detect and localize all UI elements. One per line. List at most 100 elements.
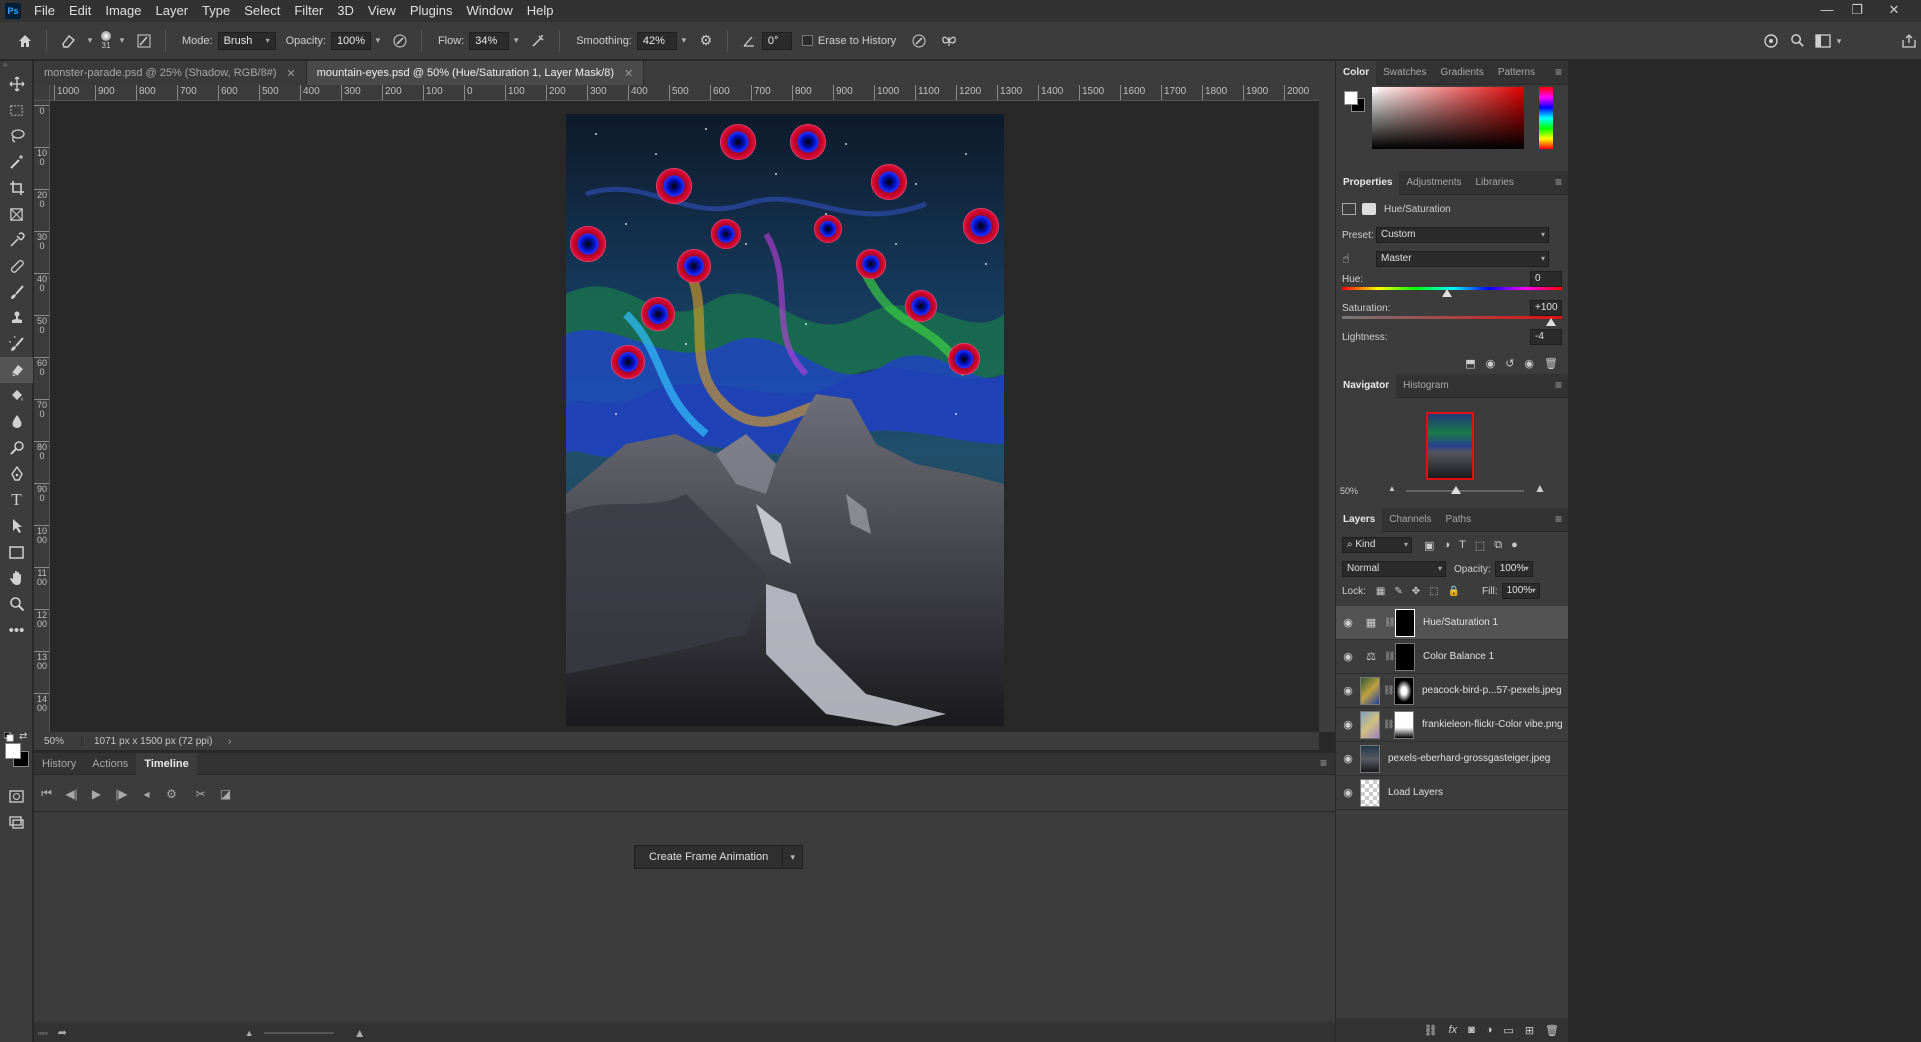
zoom-out-mountain-icon[interactable]: ▲	[1388, 484, 1396, 493]
first-frame-icon[interactable]: ⏮	[34, 786, 59, 801]
channel-select[interactable]: Master ▾	[1376, 251, 1549, 267]
layer-kind-filter[interactable]: ⌕ Kind ▾	[1342, 537, 1412, 553]
eraser-tool-preset-icon[interactable]	[57, 30, 79, 52]
restore-button[interactable]: ❐	[1843, 0, 1871, 22]
hue-slider-thumb[interactable]	[1441, 289, 1452, 297]
menu-3d[interactable]: 3D	[330, 0, 361, 22]
pen-tool-icon[interactable]	[0, 461, 33, 487]
flow-slider-dropdown[interactable]: ▾	[509, 32, 523, 50]
tab-layers[interactable]: Layers	[1336, 507, 1383, 532]
blur-tool-icon[interactable]	[0, 409, 33, 435]
tab-navigator[interactable]: Navigator	[1336, 373, 1397, 398]
layer-mask-thumbnail[interactable]	[1395, 642, 1415, 671]
split-scissors-icon[interactable]: ✂	[188, 787, 213, 801]
flow-input[interactable]: 34%	[469, 31, 510, 50]
color-panel-menu-icon[interactable]: ≡	[1555, 65, 1562, 79]
tab-adjustments[interactable]: Adjustments	[1399, 171, 1468, 195]
color-picker-cursor[interactable]	[1372, 87, 1378, 93]
share-export-icon[interactable]	[1898, 30, 1920, 52]
doc-tab-mountain-eyes[interactable]: mountain-eyes.psd @ 50% (Hue/Saturation …	[306, 61, 645, 85]
saturation-input[interactable]: +100	[1530, 300, 1562, 316]
menu-edit[interactable]: Edit	[62, 0, 98, 22]
zoom-level-field[interactable]: 50%	[34, 735, 82, 747]
timeline-zoom-slider[interactable]	[263, 1031, 334, 1034]
brush-settings-panel-icon[interactable]	[133, 30, 155, 52]
tab-patterns[interactable]: Patterns	[1491, 61, 1542, 85]
view-previous-state-icon[interactable]: ◉	[1486, 357, 1496, 370]
lock-artboard-icon[interactable]: ⬚	[1429, 586, 1438, 597]
layer-mask-thumbnail[interactable]	[1394, 710, 1414, 739]
navigator-zoom-field[interactable]: 50%	[1340, 486, 1358, 496]
mode-select[interactable]: Brush ▾	[217, 31, 276, 50]
layer-style-fx-icon[interactable]: fx	[1449, 1024, 1458, 1036]
tab-gradients[interactable]: Gradients	[1433, 61, 1490, 85]
share-cloud-icon[interactable]	[1760, 30, 1782, 52]
visibility-eye-icon[interactable]: ◉	[1336, 718, 1360, 731]
visibility-eye-icon[interactable]: ◉	[1336, 786, 1360, 799]
layer-thumbnail[interactable]	[1360, 676, 1380, 705]
mask-link-chain-icon[interactable]: ⛓	[1383, 719, 1394, 730]
adjustment-layer-icon[interactable]	[1342, 203, 1356, 215]
lock-all-icon[interactable]: 🔒	[1448, 586, 1460, 597]
tab-history[interactable]: History	[34, 753, 84, 775]
swap-colors-icon[interactable]: ⇄	[19, 731, 27, 742]
saturation-slider[interactable]	[1342, 316, 1562, 326]
workspace-dropdown[interactable]: ▾	[1832, 32, 1846, 50]
dodge-tool-icon[interactable]	[0, 435, 33, 461]
erase-to-history-checkbox[interactable]	[801, 35, 813, 46]
pressure-size-icon[interactable]	[908, 30, 930, 52]
hue-slider[interactable]	[1342, 287, 1562, 297]
close-tab-icon[interactable]: ✕	[624, 67, 633, 80]
layer-peacock-bird[interactable]: ◉ ⛓ peacock-bird-p...57-pexels.jpeg	[1336, 674, 1568, 708]
minimize-button[interactable]: —	[1813, 0, 1841, 22]
new-adjustment-layer-icon[interactable]: ◑	[1486, 1024, 1493, 1036]
tab-swatches[interactable]: Swatches	[1376, 61, 1433, 85]
crop-tool-icon[interactable]	[0, 175, 33, 201]
visibility-eye-icon[interactable]: ◉	[1336, 616, 1360, 629]
zoom-tool-icon[interactable]	[0, 591, 33, 617]
brush-tool-icon[interactable]	[0, 279, 33, 305]
lightness-input[interactable]: -4	[1530, 329, 1562, 345]
foreground-color-swatch[interactable]	[5, 743, 21, 759]
transition-icon[interactable]: ◪	[213, 787, 238, 801]
link-layers-icon[interactable]: ⛓	[1424, 1024, 1438, 1037]
hand-tool-icon[interactable]	[0, 565, 33, 591]
layer-mask-icon[interactable]	[1362, 203, 1376, 215]
tool-preset-dropdown[interactable]: ▾	[83, 32, 97, 50]
add-mask-icon[interactable]: ◙	[1468, 1024, 1475, 1036]
foreground-color-swatch[interactable]	[1344, 91, 1358, 105]
delete-adjustment-trash-icon[interactable]: 🗑	[1544, 357, 1558, 370]
saturation-slider-thumb[interactable]	[1546, 318, 1556, 326]
brush-preset-picker[interactable]: 31	[101, 31, 111, 50]
canvas-area[interactable]	[50, 101, 1319, 732]
navigator-preview[interactable]	[1426, 412, 1474, 480]
filter-toggle-icon[interactable]: ●	[1511, 539, 1518, 552]
more-tools-icon[interactable]: •••	[0, 617, 33, 643]
navigator-zoom-thumb[interactable]	[1450, 486, 1461, 494]
paint-bucket-tool-icon[interactable]	[0, 383, 33, 409]
visibility-eye-icon[interactable]: ◉	[1336, 684, 1360, 697]
menu-type[interactable]: Type	[195, 0, 237, 22]
new-layer-icon[interactable]: ⊞	[1525, 1024, 1534, 1037]
navigator-panel-menu-icon[interactable]: ≡	[1555, 378, 1562, 392]
filter-smart-object-icon[interactable]: ⧉	[1494, 539, 1502, 552]
layer-frankieleon-color-vibe[interactable]: ◉ ⛓ frankieleon-flickr-Color vibe.png	[1336, 708, 1568, 742]
marquee-tool-icon[interactable]	[0, 97, 33, 123]
eraser-tool-icon[interactable]	[0, 357, 33, 383]
menu-file[interactable]: File	[27, 0, 62, 22]
close-window-button[interactable]: ✕	[1880, 0, 1908, 22]
lock-position-icon[interactable]: ✥	[1412, 586, 1420, 597]
canvas-vertical-scrollbar[interactable]	[1319, 85, 1335, 732]
preset-select[interactable]: Custom ▾	[1376, 227, 1549, 243]
horizontal-ruler[interactable]: 1000 900 800 700 600 500 400 300 200 100 0 100 200 30…	[34, 85, 1319, 101]
tab-timeline[interactable]: Timeline	[136, 753, 197, 775]
delete-layer-trash-icon[interactable]: 🗑	[1545, 1024, 1559, 1037]
color-field[interactable]	[1372, 87, 1524, 149]
layer-load-layers[interactable]: ◉ Load Layers	[1336, 776, 1568, 810]
tab-color[interactable]: Color	[1336, 60, 1377, 85]
healing-brush-tool-icon[interactable]	[0, 253, 33, 279]
document-canvas[interactable]	[566, 114, 1004, 726]
pressure-opacity-icon[interactable]	[389, 30, 411, 52]
lock-image-pixels-icon[interactable]: ✎	[1394, 586, 1402, 597]
mask-link-chain-icon[interactable]: ⛓	[1384, 651, 1395, 662]
